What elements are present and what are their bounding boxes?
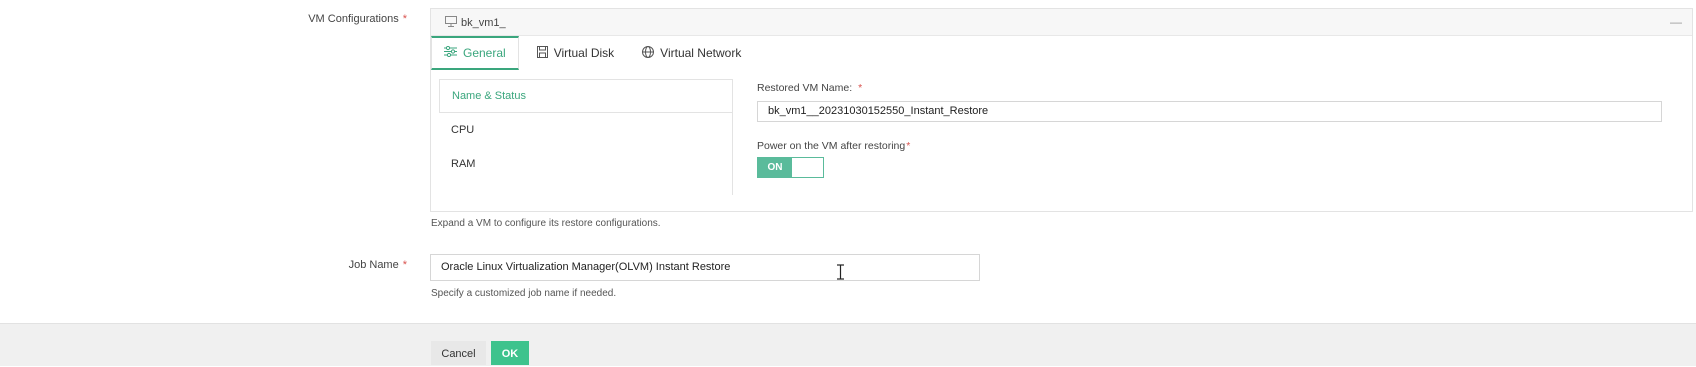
power-on-label-text: Power on the VM after restoring (757, 140, 906, 152)
tab-virtual-disk-label: Virtual Disk (553, 46, 615, 60)
power-on-toggle[interactable]: ON (757, 157, 824, 178)
tab-virtual-network[interactable]: Virtual Network (630, 36, 753, 70)
vm-panel-header[interactable]: bk_vm1_ — (431, 9, 1692, 36)
tab-virtual-network-label: Virtual Network (660, 46, 742, 60)
vm-config-panel: bk_vm1_ — General Virtual Disk Virtual N… (430, 8, 1693, 212)
tab-general[interactable]: General (431, 36, 519, 70)
vm-configurations-label-text: VM Configurations (308, 13, 399, 25)
section-item-name-status[interactable]: Name & Status (439, 79, 732, 113)
job-name-input[interactable]: Oracle Linux Virtualization Manager(OLVM… (430, 254, 980, 281)
required-mark: * (402, 259, 407, 271)
sliders-icon (444, 45, 463, 60)
vm-config-hint: Expand a VM to configure its restore con… (431, 218, 661, 229)
globe-icon (642, 45, 660, 61)
vm-tabs: General Virtual Disk Virtual Network (431, 36, 753, 70)
restored-name-label-text: Restored VM Name: (757, 82, 853, 94)
cancel-button[interactable]: Cancel (431, 341, 486, 365)
job-name-hint: Specify a customized job name if needed. (431, 288, 617, 299)
job-name-label-text: Job Name (348, 259, 399, 271)
monitor-icon (445, 16, 461, 30)
vm-name: bk_vm1_ (461, 17, 506, 29)
text-cursor-icon (836, 264, 845, 283)
collapse-icon[interactable]: — (1670, 15, 1682, 29)
job-name-label: Job Name * (250, 259, 407, 271)
tab-virtual-disk[interactable]: Virtual Disk (525, 36, 626, 70)
section-item-ram[interactable]: RAM (439, 147, 732, 181)
footer-bar (0, 323, 1696, 366)
restored-vm-name-input[interactable]: bk_vm1__20231030152550_Instant_Restore (757, 101, 1662, 122)
section-divider (732, 79, 733, 195)
ok-button[interactable]: OK (491, 341, 529, 365)
section-list: Name & Status CPU RAM (439, 79, 732, 181)
restored-name-label: Restored VM Name: * (757, 82, 862, 94)
power-on-label: Power on the VM after restoring* (757, 140, 910, 152)
required-mark: * (402, 13, 407, 25)
tab-general-label: General (463, 46, 506, 60)
required-mark: * (906, 140, 911, 152)
toggle-on-state: ON (758, 158, 792, 177)
section-item-cpu[interactable]: CPU (439, 113, 732, 147)
disk-icon (536, 45, 554, 61)
vm-title: bk_vm1_ (445, 16, 506, 30)
vm-configurations-label: VM Configurations * (250, 13, 407, 25)
required-mark: * (858, 82, 863, 94)
